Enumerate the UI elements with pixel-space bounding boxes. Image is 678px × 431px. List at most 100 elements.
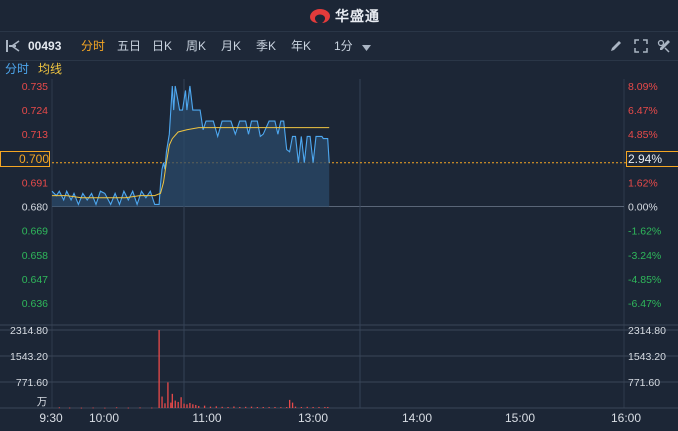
- time-tick-label: 16:00: [611, 411, 641, 425]
- volume-bar: [286, 407, 288, 408]
- huasheng-logo-icon: [309, 7, 331, 25]
- volume-bar: [186, 404, 188, 408]
- volume-bar: [209, 406, 212, 408]
- volume-bar: [327, 406, 329, 408]
- volume-bar: [195, 404, 197, 408]
- volume-bar: [268, 407, 270, 408]
- volume-tick-label: 2314.80: [628, 325, 666, 337]
- volume-bar: [139, 407, 141, 409]
- volume-bar: [189, 402, 191, 408]
- pct-tick-label: 8.09%: [628, 81, 658, 93]
- volume-tick-label: 1543.20: [628, 351, 666, 363]
- time-tick-label: 14:00: [402, 411, 432, 425]
- tab-monthly-k[interactable]: 月K: [221, 32, 241, 60]
- volume-bar: [170, 402, 172, 408]
- current-price-label: 0.700: [0, 151, 50, 167]
- volume-tick-label: 1543.20: [10, 351, 48, 363]
- pct-tick-label: -1.62%: [628, 226, 661, 238]
- price-tick-label: 0.735: [22, 81, 48, 93]
- volume-bar: [294, 406, 297, 408]
- pct-tick-label: -3.24%: [628, 250, 661, 262]
- volume-bar: [192, 404, 194, 408]
- volume-bar: [289, 399, 291, 408]
- draw-pencil-icon[interactable]: [608, 38, 624, 54]
- volume-bar: [306, 406, 308, 408]
- volume-tick-label: 2314.80: [10, 325, 48, 337]
- volume-bar: [174, 400, 176, 408]
- volume-bar: [274, 406, 276, 408]
- volume-bar: [92, 407, 94, 409]
- volume-bar: [69, 407, 71, 409]
- volume-tick-label: 771.60: [628, 377, 660, 389]
- price-tick-label: 0.713: [22, 129, 48, 141]
- volume-bar: [312, 406, 314, 408]
- pct-tick-label: 0.00%: [628, 202, 658, 214]
- stock-code: 00493: [28, 39, 62, 53]
- tab-daily-k[interactable]: 日K: [152, 32, 172, 60]
- pct-tick-label: 6.47%: [628, 105, 658, 117]
- current-change-label: 2.94%: [626, 151, 678, 167]
- price-tick-label: 0.724: [22, 105, 48, 117]
- tab-intraday[interactable]: 分时: [81, 32, 105, 60]
- volume-bar: [161, 396, 163, 408]
- time-tick-label: 9:30: [39, 411, 63, 425]
- brand-bar: 华盛通: [0, 0, 678, 31]
- brand-name: 华盛通: [335, 8, 380, 24]
- brand-logo: 华盛通: [309, 5, 380, 27]
- volume-bar: [198, 405, 200, 408]
- volume-bar: [291, 402, 294, 408]
- time-tick-label: 11:00: [192, 411, 221, 425]
- volume-bar: [221, 406, 223, 408]
- tab-weekly-k[interactable]: 周K: [186, 32, 206, 60]
- volume-bar: [250, 406, 253, 408]
- volume-tick-label: 771.60: [16, 377, 48, 389]
- time-tick-label: 10:00: [89, 411, 119, 425]
- toolbar: 00493 分时 五日 日K 周K 月K 季K 年K 1分: [0, 31, 678, 61]
- price-tick-label: 0.636: [22, 298, 48, 310]
- sidebar-toggle-icon[interactable]: [5, 38, 21, 54]
- tab-yearly-k[interactable]: 年K: [291, 32, 311, 60]
- pct-tick-label: 1.62%: [628, 177, 658, 189]
- price-tick-label: 0.680: [22, 202, 48, 214]
- volume-bar: [324, 407, 326, 408]
- volume-bar: [239, 406, 241, 408]
- volume-bar: [256, 406, 259, 408]
- volume-bar: [167, 382, 169, 408]
- volume-bar: [164, 403, 166, 408]
- volume-bar: [318, 406, 320, 408]
- chevron-down-icon: [362, 33, 372, 61]
- volume-bar: [233, 406, 235, 408]
- price-tick-label: 0.669: [22, 226, 48, 238]
- pct-tick-label: 4.85%: [628, 129, 658, 141]
- expand-icon[interactable]: [633, 38, 649, 54]
- interval-value: 1分: [334, 39, 353, 53]
- volume-bar: [115, 407, 118, 409]
- volume-bar: [58, 407, 61, 409]
- price-area: [52, 86, 330, 207]
- pct-tick-label: -4.85%: [628, 274, 661, 286]
- intraday-chart[interactable]: 0.735 0.724 0.713 0.691 0.680 0.669 0.658 0.647…: [0, 79, 678, 431]
- price-tick-label: 0.691: [22, 177, 48, 189]
- tab-five-day[interactable]: 五日: [117, 32, 141, 60]
- volume-bar: [177, 401, 179, 408]
- volume-unit-label: 万: [37, 396, 48, 408]
- pct-tick-label: -6.47%: [628, 298, 661, 310]
- volume-bar: [171, 393, 173, 408]
- avg-line-label: 均线: [38, 62, 63, 76]
- mode-label: 分时: [5, 62, 30, 76]
- volume-bar: [183, 403, 185, 408]
- volume-bar: [227, 406, 229, 408]
- volume-bar: [180, 397, 182, 408]
- volume-bar: [127, 407, 129, 409]
- interval-select[interactable]: 1分: [334, 32, 372, 61]
- tab-quarterly-k[interactable]: 季K: [256, 32, 276, 60]
- volume-bar: [80, 407, 83, 409]
- volume-bar: [280, 407, 282, 408]
- time-tick-label: 15:00: [505, 411, 535, 425]
- volume-bar: [158, 330, 160, 408]
- volume-bar: [300, 406, 303, 408]
- settings-icon[interactable]: [656, 38, 672, 54]
- volume-bar: [104, 407, 106, 409]
- volume-bar: [245, 406, 247, 408]
- price-tick-label: 0.658: [22, 250, 48, 262]
